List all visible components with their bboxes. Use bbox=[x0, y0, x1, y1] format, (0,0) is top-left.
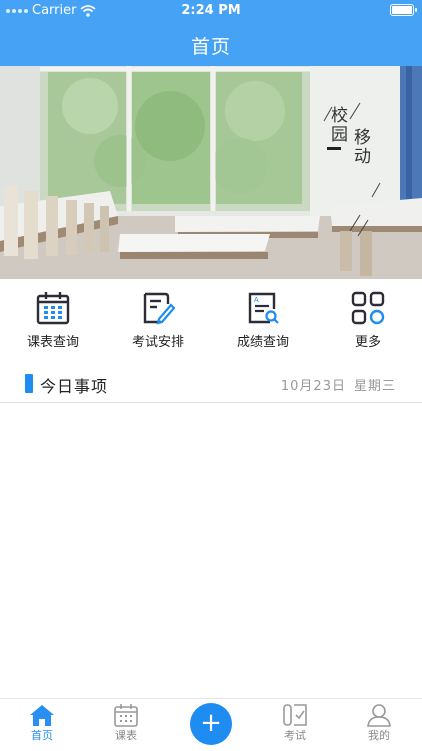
calendar-icon bbox=[36, 292, 70, 325]
quick-item-score[interactable]: A 成绩查询 bbox=[213, 291, 313, 350]
quick-item-label: 成绩查询 bbox=[236, 335, 289, 350]
bottom-tab-bar: 首页 课表 + 考试 我的 bbox=[0, 698, 422, 751]
tab-label: 课表 bbox=[115, 729, 137, 742]
top-bar: Carrier 2:24 PM 首页 bbox=[0, 0, 422, 66]
today-date: 10月23日 星期三 bbox=[281, 375, 396, 394]
date-label: 10月23日 bbox=[280, 379, 346, 394]
classroom-banner[interactable]: 校园 移动 bbox=[0, 66, 422, 279]
section-accent-bar bbox=[25, 374, 33, 393]
weekday-label: 星期三 bbox=[353, 379, 396, 394]
banner-decoration bbox=[323, 102, 381, 237]
calendar-icon bbox=[114, 704, 138, 727]
tab-exam[interactable]: 考试 bbox=[265, 703, 325, 743]
quick-actions: 课表查询 考试安排 A 成绩查询 更多 bbox=[0, 279, 422, 359]
quick-item-label: 考试安排 bbox=[131, 335, 184, 350]
quick-item-exam[interactable]: 考试安排 bbox=[108, 291, 208, 350]
score-search-icon: A bbox=[248, 292, 279, 324]
quick-item-schedule[interactable]: 课表查询 bbox=[3, 291, 103, 350]
tab-label: 我的 bbox=[368, 729, 390, 742]
section-title: 今日事项 bbox=[40, 377, 109, 396]
tab-schedule[interactable]: 课表 bbox=[96, 703, 156, 743]
quick-item-label: 课表查询 bbox=[26, 335, 79, 350]
user-icon bbox=[367, 704, 391, 727]
grid-more-icon bbox=[351, 291, 385, 325]
today-section-header: 今日事项 10月23日 星期三 bbox=[0, 366, 422, 403]
status-bar: Carrier 2:24 PM bbox=[0, 0, 422, 22]
banner-slogan: 校园 移动 bbox=[322, 102, 382, 237]
quick-item-more[interactable]: 更多 bbox=[318, 291, 418, 350]
svg-text:A: A bbox=[254, 297, 259, 304]
quick-item-label: 更多 bbox=[354, 335, 381, 350]
tab-label: 考试 bbox=[284, 729, 306, 742]
tab-profile[interactable]: 我的 bbox=[349, 703, 409, 743]
exam-icon bbox=[283, 704, 307, 726]
tab-label: 首页 bbox=[31, 729, 53, 742]
page-title: 首页 bbox=[190, 36, 231, 58]
battery-icon bbox=[390, 4, 417, 16]
home-icon bbox=[30, 705, 54, 726]
tab-home[interactable]: 首页 bbox=[12, 703, 72, 743]
add-button[interactable]: + bbox=[190, 703, 232, 745]
exam-edit-icon bbox=[143, 292, 175, 325]
status-time: 2:24 PM bbox=[181, 3, 241, 18]
